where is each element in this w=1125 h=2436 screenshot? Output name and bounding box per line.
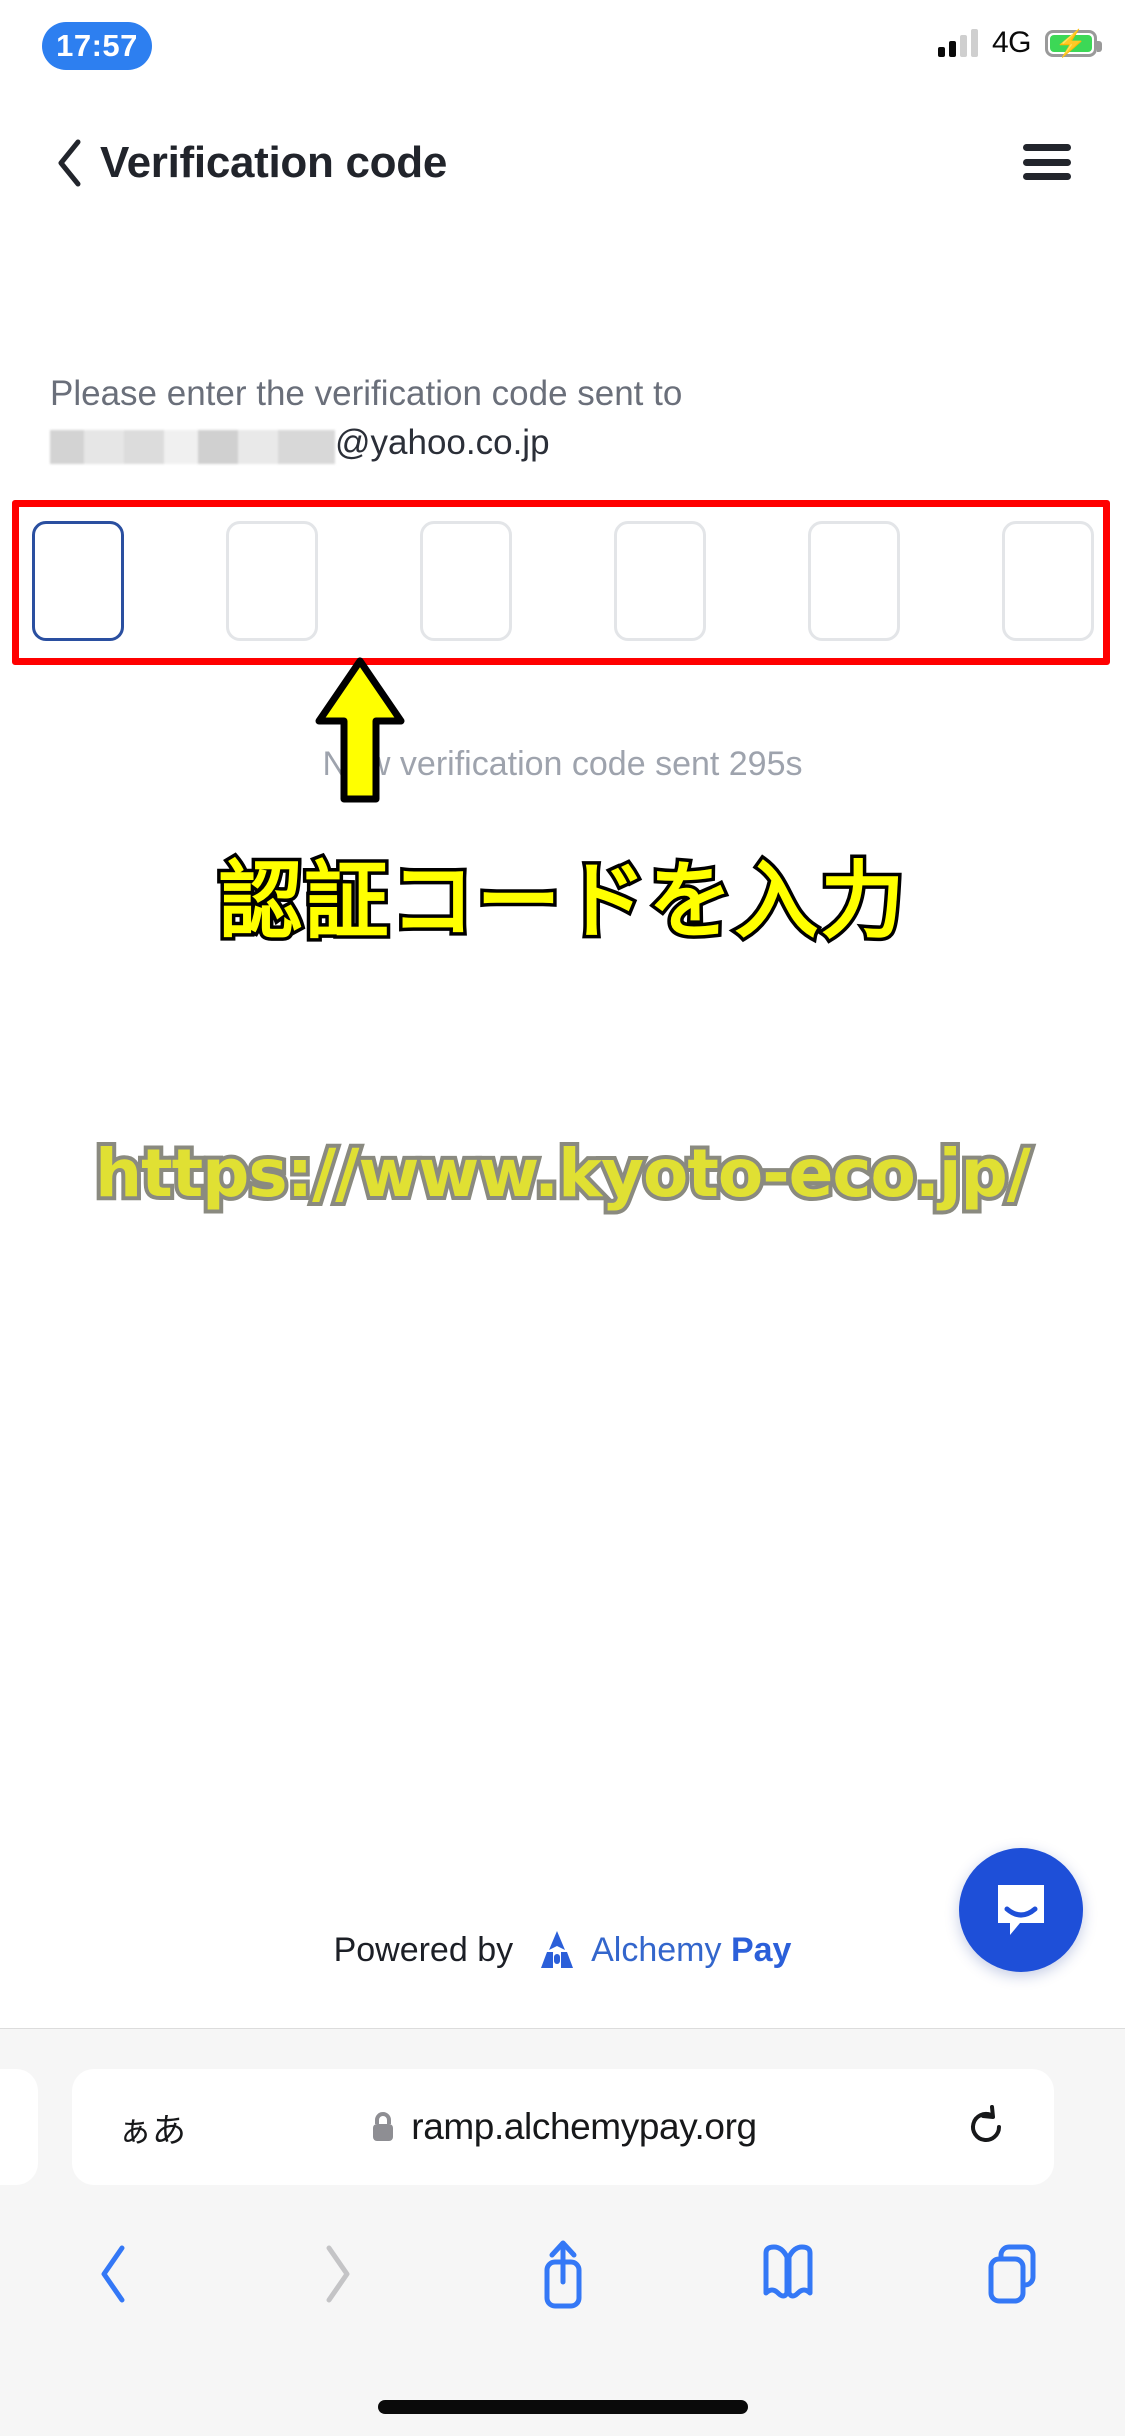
redacted-email-prefix xyxy=(50,429,335,464)
safari-toolbar xyxy=(0,2219,1125,2329)
menu-button[interactable] xyxy=(1021,138,1077,186)
otp-input-group[interactable] xyxy=(32,521,1094,641)
network-type-label: 4G xyxy=(991,26,1032,59)
phone-screen: 17:57 4G ⚡ Verification code Please ente… xyxy=(0,0,1125,2436)
instruction-line-2: @yahoo.co.jp xyxy=(50,421,1050,466)
battery-charging-icon: ⚡ xyxy=(1045,29,1102,57)
alchemy-pay-rocket-icon xyxy=(541,1931,574,1968)
reload-icon xyxy=(971,2105,1001,2142)
instruction-text: Please enter the verification code sent … xyxy=(50,372,1050,466)
status-bar-indicators: 4G ⚡ xyxy=(937,26,1102,60)
reload-button[interactable] xyxy=(964,2103,1008,2151)
chevron-left-icon xyxy=(58,139,81,187)
share-button[interactable] xyxy=(450,2238,675,2310)
powered-by-footer: Powered by Alchemy Pay xyxy=(0,1928,1125,1972)
chevron-left-icon xyxy=(101,2245,124,2303)
annotation-arrow-up-icon xyxy=(315,657,405,803)
powered-by-label: Powered by xyxy=(333,1930,514,1969)
browser-forward-button[interactable] xyxy=(225,2244,450,2304)
browser-back-button[interactable] xyxy=(0,2244,225,2304)
tabs-button[interactable] xyxy=(900,2243,1125,2305)
lock-icon xyxy=(373,2112,394,2141)
hamburger-menu-icon-bar xyxy=(1023,144,1071,151)
annotation-url-watermark: https://www.kyoto-eco.jp/ xyxy=(91,1131,1035,1216)
brand-name-bold: Pay xyxy=(730,1930,792,1969)
address-bar-url: ramp.alchemypay.org xyxy=(411,2106,757,2147)
alchemy-pay-name: Alchemy Pay xyxy=(591,1931,791,1970)
safari-bottom-bar: ぁあ ramp.alchemypay.org xyxy=(0,2028,1125,2436)
hamburger-menu-icon-bar xyxy=(1023,173,1071,180)
status-bar-time: 17:57 xyxy=(42,22,152,70)
otp-digit-3[interactable] xyxy=(420,521,512,641)
tabs-icon xyxy=(988,2244,1035,2304)
book-icon xyxy=(763,2244,812,2299)
brand-name-light: Alchemy xyxy=(591,1930,722,1969)
otp-digit-4[interactable] xyxy=(614,521,706,641)
page-title: Verification code xyxy=(100,138,448,187)
page-header: Verification code xyxy=(0,118,1125,208)
status-bar: 17:57 4G ⚡ xyxy=(0,0,1125,110)
annotation-japanese-caption: 認証コードを入力 xyxy=(215,851,908,951)
otp-digit-2[interactable] xyxy=(226,521,318,641)
bookmarks-button[interactable] xyxy=(675,2243,900,2305)
address-bar-center: ramp.alchemypay.org xyxy=(72,2106,1054,2148)
email-domain: @yahoo.co.jp xyxy=(335,422,550,462)
instruction-line-1: Please enter the verification code sent … xyxy=(50,374,683,413)
share-icon xyxy=(544,2240,581,2309)
back-button[interactable] xyxy=(48,134,90,192)
chevron-right-icon xyxy=(326,2245,349,2303)
cellular-signal-icon xyxy=(937,29,978,57)
alchemy-pay-brand: Alchemy Pay xyxy=(535,1928,791,1972)
home-indicator xyxy=(377,2400,748,2414)
otp-digit-5[interactable] xyxy=(808,521,900,641)
hamburger-menu-icon-bar xyxy=(1023,158,1071,166)
address-bar[interactable]: ぁあ ramp.alchemypay.org xyxy=(72,2069,1054,2185)
resend-code-status: New verification code sent 295s xyxy=(322,745,803,783)
otp-digit-6[interactable] xyxy=(1002,521,1094,641)
otp-digit-1[interactable] xyxy=(32,521,124,641)
adjacent-tab-peek[interactable] xyxy=(0,2069,38,2185)
